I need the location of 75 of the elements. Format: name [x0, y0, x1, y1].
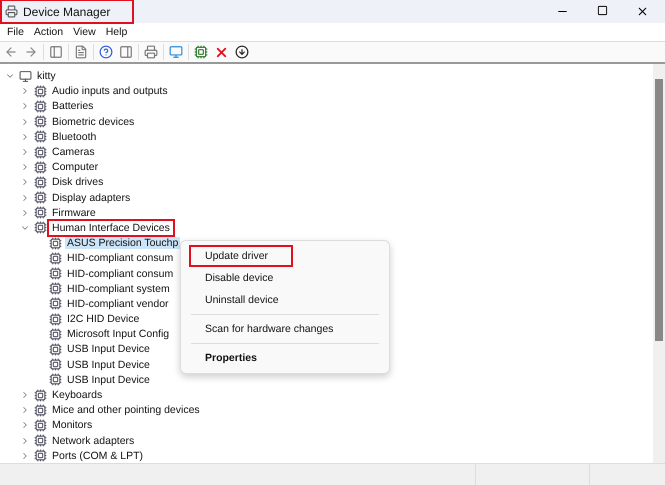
device-icon	[49, 282, 62, 296]
tree-item[interactable]: ASUS Precision Touchp	[65, 237, 180, 250]
context-menu-item[interactable]: Uninstall device	[189, 289, 385, 311]
device-icon	[49, 236, 62, 250]
tree-item[interactable]: Ports (COM & LPT)	[50, 450, 146, 462]
add-driver-button[interactable]	[193, 44, 209, 60]
menu-item[interactable]: View	[68, 26, 101, 38]
device-icon	[34, 388, 47, 402]
tree-item[interactable]: HID-compliant consum	[65, 268, 176, 280]
device-icon	[34, 418, 47, 432]
tree-item[interactable]: I2C HID Device	[65, 313, 142, 326]
tree-item[interactable]: Firmware	[50, 206, 98, 219]
tree-item[interactable]: USB Input Device	[65, 343, 152, 356]
tree-item[interactable]: Computer	[50, 161, 100, 174]
device-icon	[34, 176, 47, 189]
tree-item[interactable]: Disk drives	[50, 176, 106, 188]
tree-item[interactable]: Human Interface Devices	[50, 222, 172, 234]
context-menu-item[interactable]: Disable device	[189, 267, 385, 289]
tree-item[interactable]: Biometric devices	[50, 116, 136, 128]
tree-item[interactable]: Microsoft Input Config	[65, 328, 172, 340]
printer-button[interactable]	[143, 44, 159, 60]
device-icon	[49, 267, 62, 280]
scrollbar-track[interactable]	[653, 64, 665, 464]
tree-item[interactable]: HID-compliant system	[65, 282, 172, 295]
menu-item[interactable]: Help	[100, 26, 132, 38]
tree-item[interactable]: kitty	[35, 70, 58, 82]
context-menu-item[interactable]: Update driver	[189, 245, 293, 267]
device-icon	[34, 206, 47, 220]
tree-item[interactable]: Keyboards	[50, 389, 104, 401]
tree-item[interactable]: Mice and other pointing devices	[50, 404, 202, 416]
action-pane-button[interactable]	[118, 44, 134, 60]
context-menu-item[interactable]: Properties	[189, 347, 385, 369]
device-icon	[34, 146, 47, 158]
tree-item[interactable]: HID-compliant vendor	[65, 298, 171, 310]
download-button[interactable]	[234, 44, 250, 60]
menu-item[interactable]: File	[2, 26, 29, 38]
tree-item[interactable]: Audio inputs and outputs	[50, 85, 170, 98]
tree-item[interactable]: Monitors	[50, 419, 94, 432]
tree-item[interactable]: Network adapters	[50, 434, 136, 447]
device-icon	[34, 404, 47, 417]
device-icon	[49, 342, 62, 356]
device-icon	[34, 191, 47, 204]
context-menu-item[interactable]: Scan for hardware changes	[189, 318, 385, 340]
device-icon	[34, 130, 47, 144]
device-icon	[49, 297, 62, 310]
computer-icon	[19, 70, 32, 83]
device-icon	[49, 358, 62, 372]
device-icon	[34, 100, 47, 113]
help-button[interactable]	[98, 44, 114, 60]
window-title: Device Manager	[23, 4, 110, 18]
device-icon	[34, 449, 47, 462]
app-icon	[5, 5, 18, 18]
monitor-button[interactable]	[168, 44, 184, 60]
maximize-icon	[597, 5, 608, 16]
tree-item[interactable]: Batteries	[50, 100, 96, 112]
device-icon	[49, 373, 62, 386]
properties-button[interactable]	[73, 44, 89, 60]
tree-item[interactable]: USB Input Device	[65, 374, 152, 386]
device-icon	[34, 115, 47, 128]
menu-item[interactable]: Action	[28, 26, 68, 38]
device-icon	[34, 434, 47, 448]
scrollbar-thumb[interactable]	[655, 79, 663, 342]
device-icon	[49, 252, 62, 265]
device-icon	[34, 84, 47, 98]
tree-item[interactable]: USB Input Device	[65, 358, 152, 371]
device-icon	[34, 160, 47, 174]
device-icon	[49, 312, 62, 326]
tree-item[interactable]: HID-compliant consum	[65, 252, 176, 264]
close-icon	[636, 5, 649, 18]
tree-item[interactable]: Display adapters	[50, 192, 132, 204]
tree-item[interactable]: Bluetooth	[50, 130, 98, 143]
device-icon	[49, 328, 62, 341]
console-tree-button[interactable]	[48, 44, 64, 60]
device-icon	[34, 221, 47, 234]
tree-item[interactable]: Cameras	[50, 146, 97, 158]
